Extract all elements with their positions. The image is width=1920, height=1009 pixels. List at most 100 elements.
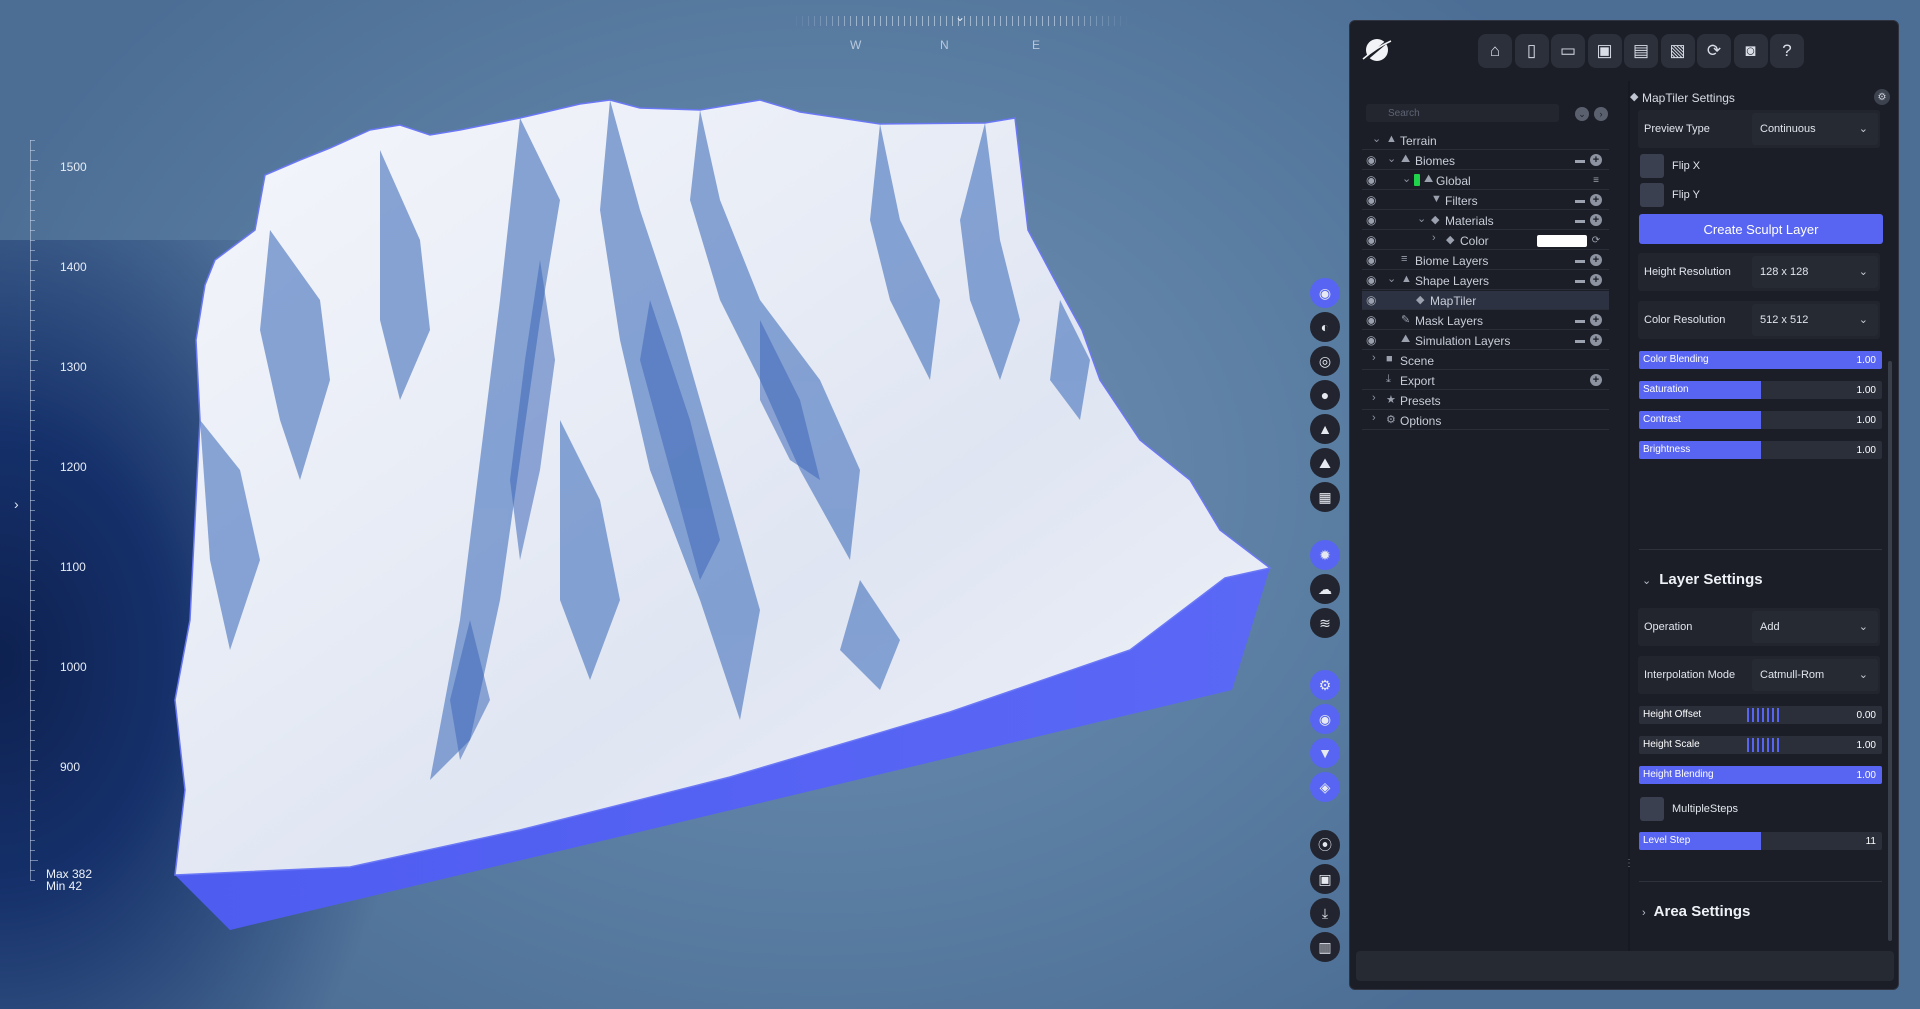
tree-item-biomes[interactable]: ◉ ⌄ ⛰ Biomes ▬ + — [1362, 151, 1609, 170]
level-step-slider[interactable]: Level Step 11 — [1639, 832, 1882, 850]
flip-x-checkbox[interactable] — [1640, 154, 1664, 178]
height-resolution-select[interactable]: 128 x 128 ⌄ — [1752, 256, 1878, 288]
tree-item-export[interactable]: ⤓ Export + — [1362, 371, 1609, 390]
chevron-down-icon[interactable]: ⌄ — [1387, 272, 1396, 285]
save-settings-button[interactable]: ▤ — [1624, 34, 1658, 68]
screenshot-button[interactable]: ◙ — [1733, 34, 1768, 68]
search-input[interactable] — [1366, 104, 1559, 122]
terrain-target-tool-button[interactable]: ◉ — [1310, 278, 1340, 308]
new-file-button[interactable]: ▯ — [1514, 34, 1549, 68]
operation-select[interactable]: Add ⌄ — [1752, 611, 1878, 643]
stack-icon[interactable]: ≡ — [1590, 174, 1602, 186]
save-as-button[interactable]: ▧ — [1660, 34, 1695, 68]
add-icon[interactable]: + — [1590, 194, 1602, 206]
visibility-eye-icon[interactable]: ◉ — [1366, 173, 1376, 187]
visibility-eye-icon[interactable]: ◉ — [1366, 193, 1376, 207]
tree-item-maptiler[interactable]: ◉ ◆ MapTiler — [1362, 291, 1609, 310]
gears-tool-button[interactable]: ⚙ — [1310, 670, 1340, 700]
tree-item-terrain[interactable]: ⌄ ▲ Terrain — [1362, 131, 1609, 150]
expand-all-button[interactable]: › — [1594, 107, 1608, 121]
chevron-down-icon[interactable]: ⌄ — [1387, 152, 1396, 165]
landscape-tool-button[interactable]: ⛰ — [1310, 448, 1340, 478]
add-icon[interactable]: + — [1590, 154, 1602, 166]
tree-item-shape-layers[interactable]: ◉ ⌄ ▲ Shape Layers ▬ + — [1362, 271, 1609, 290]
open-folder-button[interactable]: ▭ — [1551, 34, 1585, 68]
eye-tool-button[interactable]: ◉ — [1310, 704, 1340, 734]
saturation-slider[interactable]: Saturation 1.00 — [1639, 381, 1882, 399]
save-button[interactable]: ▣ — [1587, 34, 1622, 68]
add-icon[interactable]: + — [1590, 334, 1602, 346]
add-icon[interactable]: + — [1590, 274, 1602, 286]
settings-options-button[interactable]: ⚙ — [1874, 89, 1890, 105]
visibility-eye-icon[interactable]: ◉ — [1366, 213, 1376, 227]
tree-item-filters[interactable]: ◉ ▼ Filters ▬ + — [1362, 191, 1609, 210]
flip-y-checkbox[interactable] — [1640, 183, 1664, 207]
tree-item-options[interactable]: › ⚙ Options — [1362, 411, 1609, 430]
mountain-tool-button[interactable]: ▲ — [1310, 414, 1340, 444]
add-icon[interactable]: + — [1590, 314, 1602, 326]
tree-item-simulation-layers[interactable]: ◉ ⛰ Simulation Layers ▬ + — [1362, 331, 1609, 350]
tree-item-materials[interactable]: ◉ ⌄ ◆ Materials ▬ + — [1362, 211, 1609, 230]
add-icon[interactable]: + — [1590, 214, 1602, 226]
visibility-eye-icon[interactable]: ◉ — [1366, 233, 1376, 247]
layers-tool-button[interactable]: ◈ — [1310, 772, 1340, 802]
chevron-right-icon[interactable]: › — [1372, 392, 1376, 404]
height-offset-slider[interactable]: Height Offset 0.00 — [1639, 706, 1882, 724]
visibility-eye-icon[interactable]: ◉ — [1366, 253, 1376, 267]
folder-icon[interactable]: ▬ — [1574, 194, 1586, 206]
color-blending-slider[interactable]: Color Blending 1.00 — [1639, 351, 1882, 369]
refresh-button[interactable]: ⟳ — [1697, 34, 1731, 68]
folder-icon[interactable]: ▬ — [1574, 154, 1586, 166]
visibility-eye-icon[interactable]: ◉ — [1366, 293, 1376, 307]
height-scale-slider[interactable]: Height Scale 1.00 — [1639, 736, 1882, 754]
chevron-right-icon[interactable]: › — [1372, 352, 1376, 364]
create-sculpt-layer-button[interactable]: Create Sculpt Layer — [1639, 214, 1883, 244]
sun-tool-button[interactable]: ✹ — [1310, 540, 1340, 570]
settings-ring-tool-button[interactable]: ◎ — [1310, 346, 1340, 376]
tree-item-presets[interactable]: › ★ Presets — [1362, 391, 1609, 410]
visibility-eye-icon[interactable]: ◉ — [1366, 333, 1376, 347]
tree-item-mask-layers[interactable]: ◉ ✎ Mask Layers ▬ + — [1362, 311, 1609, 330]
pane-splitter[interactable] — [1628, 81, 1630, 951]
visibility-eye-icon[interactable]: ◉ — [1366, 313, 1376, 327]
height-blending-slider[interactable]: Height Blending 1.00 — [1639, 766, 1882, 784]
image-tool-button[interactable]: ▣ — [1310, 864, 1340, 894]
help-button[interactable]: ? — [1770, 34, 1804, 68]
multiple-steps-checkbox[interactable] — [1640, 797, 1664, 821]
chevron-down-icon[interactable]: ⌄ — [1372, 132, 1381, 145]
chevron-down-icon[interactable]: ⌄ — [1402, 172, 1411, 185]
visibility-eye-icon[interactable]: ◉ — [1366, 273, 1376, 287]
cloud-tool-button[interactable]: ☁ — [1310, 574, 1340, 604]
filter-tool-button[interactable]: ▼ — [1310, 738, 1340, 768]
visibility-eye-icon[interactable]: ◉ — [1366, 153, 1376, 167]
preview-type-select[interactable]: Continuous ⌄ — [1752, 113, 1878, 145]
layer-settings-header[interactable]: ⌄ Layer Settings — [1642, 571, 1763, 588]
folder-icon[interactable]: ▬ — [1574, 334, 1586, 346]
chevron-down-icon[interactable]: ⌄ — [1417, 212, 1426, 225]
chevron-right-icon[interactable]: › — [1372, 412, 1376, 424]
color-swatch[interactable] — [1537, 235, 1587, 247]
area-settings-header[interactable]: › Area Settings — [1642, 903, 1750, 920]
color-resolution-select[interactable]: 512 x 512 ⌄ — [1752, 304, 1878, 336]
download-tool-button[interactable]: ⤓ — [1310, 898, 1340, 928]
folder-icon[interactable]: ▬ — [1574, 214, 1586, 226]
globe-tool-button[interactable]: ◐ — [1310, 312, 1340, 342]
settings-scrollbar[interactable] — [1888, 361, 1892, 941]
refresh-icon[interactable]: ⟳ — [1590, 234, 1602, 246]
collapse-all-button[interactable]: ⌄ — [1575, 107, 1589, 121]
stats-tool-button[interactable]: ▥ — [1310, 932, 1340, 962]
chevron-right-icon[interactable]: › — [1432, 232, 1436, 244]
add-icon[interactable]: + — [1590, 254, 1602, 266]
folder-icon[interactable]: ▬ — [1574, 274, 1586, 286]
expand-left-panel-icon[interactable]: › — [14, 496, 19, 512]
grid-tool-button[interactable]: ▦ — [1310, 482, 1340, 512]
contrast-slider[interactable]: Contrast 1.00 — [1639, 411, 1882, 429]
home-button[interactable]: ⌂ — [1478, 34, 1512, 68]
slider-handle[interactable] — [1747, 738, 1779, 752]
slider-handle[interactable] — [1747, 708, 1779, 722]
splitter-handle-icon[interactable]: ⋮ — [1624, 859, 1634, 869]
tree-item-scene[interactable]: › ■ Scene — [1362, 351, 1609, 370]
water-drop-tool-button[interactable]: ● — [1310, 380, 1340, 410]
folder-icon[interactable]: ▬ — [1574, 314, 1586, 326]
interpolation-select[interactable]: Catmull-Rom ⌄ — [1752, 659, 1878, 691]
